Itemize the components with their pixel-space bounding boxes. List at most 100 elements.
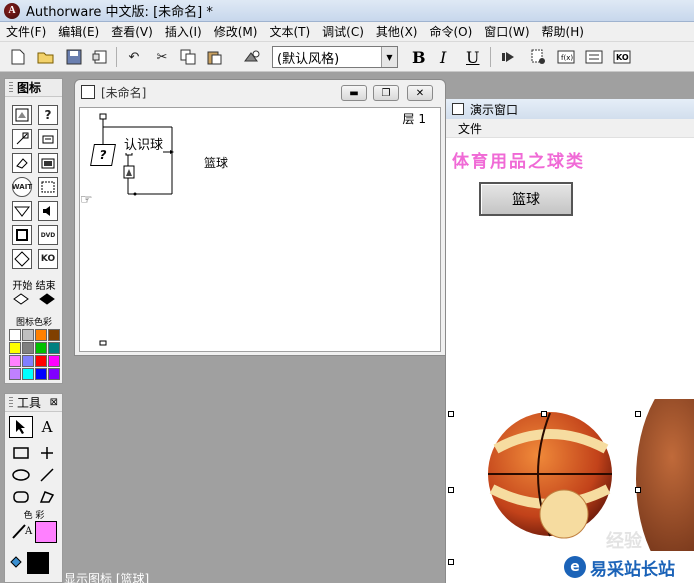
erase-icon[interactable]: [12, 153, 32, 173]
calculation-icon[interactable]: [38, 129, 58, 149]
selection-handle[interactable]: [448, 487, 454, 493]
restart-icon[interactable]: [498, 47, 518, 67]
selection-handle[interactable]: [541, 411, 547, 417]
icon-palette-title: 图标: [17, 81, 42, 95]
save-all-icon[interactable]: [64, 47, 84, 67]
svg-text:f(x): f(x): [561, 54, 573, 62]
color-swatch[interactable]: [9, 342, 21, 354]
presentation-title: 演示窗口: [470, 102, 519, 117]
knowledge-object-icon[interactable]: KO: [612, 47, 632, 67]
menu-window[interactable]: 窗口(W): [478, 23, 535, 40]
underline-button[interactable]: U: [466, 48, 479, 67]
digital-movie-icon[interactable]: [38, 177, 58, 197]
paste-icon[interactable]: [204, 47, 224, 67]
fill-bucket-icon[interactable]: [9, 554, 23, 575]
interaction-icon[interactable]: ?: [38, 105, 58, 125]
menu-debug[interactable]: 调试(C): [316, 23, 370, 40]
framework-icon[interactable]: [12, 225, 32, 245]
selection-handle[interactable]: [635, 411, 641, 417]
sound-icon[interactable]: [38, 201, 58, 221]
color-label: 色 彩: [23, 511, 45, 521]
color-swatch[interactable]: [22, 368, 34, 380]
decision-icon[interactable]: [12, 249, 32, 269]
dvd-icon[interactable]: DVD: [38, 225, 58, 245]
orthogonal-line-tool-icon[interactable]: [35, 442, 59, 464]
cut-icon[interactable]: ✂: [152, 47, 172, 67]
rectangle-tool-icon[interactable]: [9, 442, 33, 464]
minimize-button[interactable]: ▬: [341, 85, 367, 101]
selection-handle[interactable]: [635, 487, 641, 493]
color-swatch[interactable]: [22, 342, 34, 354]
rounded-rectangle-tool-icon[interactable]: [9, 486, 33, 508]
chevron-down-icon[interactable]: ▼: [381, 47, 397, 67]
grip-icon[interactable]: [9, 396, 13, 409]
text-style-select[interactable]: (默认风格) ▼: [272, 46, 398, 68]
text-tool-icon[interactable]: A: [35, 416, 59, 438]
interaction-node-label[interactable]: 认识球: [124, 134, 164, 153]
new-icon[interactable]: [8, 47, 28, 67]
fill-color-swatch[interactable]: [35, 521, 57, 543]
motion-icon[interactable]: [12, 129, 32, 149]
flowline-canvas[interactable]: 层 1 ? 认识球 篮球 ☞: [79, 107, 441, 352]
end-flag-icon[interactable]: [39, 293, 55, 308]
control-panel-icon[interactable]: [528, 47, 548, 67]
undo-icon[interactable]: ↶: [124, 47, 144, 67]
menu-edit[interactable]: 编辑(E): [52, 23, 105, 40]
menu-view[interactable]: 查看(V): [105, 23, 159, 40]
import-icon[interactable]: [90, 47, 110, 67]
start-end-labels: 开始 结束: [7, 277, 61, 292]
basketball-button[interactable]: 篮球: [479, 182, 573, 216]
menu-modify[interactable]: 修改(M): [208, 23, 264, 40]
start-flag-icon[interactable]: [13, 293, 29, 308]
color-swatch[interactable]: [48, 342, 60, 354]
bold-button[interactable]: B: [412, 48, 426, 67]
polygon-tool-icon[interactable]: [35, 486, 59, 508]
color-swatch[interactable]: [22, 329, 34, 341]
restore-button[interactable]: ❐: [373, 85, 399, 101]
color-swatch[interactable]: [9, 329, 21, 341]
close-icon[interactable]: ⊠: [50, 397, 58, 408]
selection-handle[interactable]: [448, 559, 454, 565]
menu-text[interactable]: 文本(T): [263, 23, 316, 40]
interaction-node-icon[interactable]: ?: [90, 144, 116, 166]
color-swatch[interactable]: [48, 355, 60, 367]
color-swatch[interactable]: [35, 355, 47, 367]
menu-other[interactable]: 其他(X): [370, 23, 424, 40]
functions-icon[interactable]: f(x): [556, 47, 576, 67]
color-swatch[interactable]: [35, 329, 47, 341]
color-swatch[interactable]: [9, 355, 21, 367]
grip-icon[interactable]: [9, 81, 13, 94]
open-icon[interactable]: [36, 47, 56, 67]
icon-palette: 图标 ? WAIT DVD KO 开始 结束 图标色彩: [4, 78, 63, 384]
color-swatch[interactable]: [48, 368, 60, 380]
color-swatch[interactable]: [35, 342, 47, 354]
ellipse-tool-icon[interactable]: [9, 464, 33, 486]
find-icon[interactable]: [242, 47, 262, 67]
map-icon[interactable]: [38, 153, 58, 173]
close-button[interactable]: ✕: [407, 85, 433, 101]
menu-file[interactable]: 文件(F): [0, 23, 52, 40]
italic-button[interactable]: I: [440, 48, 446, 67]
color-swatch[interactable]: [48, 329, 60, 341]
display-icon[interactable]: [12, 105, 32, 125]
pointer-tool-icon[interactable]: [9, 416, 33, 438]
presentation-menu-file[interactable]: 文件: [458, 120, 482, 137]
wait-icon[interactable]: WAIT: [12, 177, 32, 197]
knowledge-object-palette-icon[interactable]: KO: [38, 249, 58, 269]
copy-icon[interactable]: [178, 47, 198, 67]
response-node-label[interactable]: 篮球: [204, 154, 228, 171]
diagonal-line-tool-icon[interactable]: [35, 464, 59, 486]
menu-help[interactable]: 帮助(H): [536, 23, 590, 40]
menu-commands[interactable]: 命令(O): [423, 23, 478, 40]
line-color-swatch[interactable]: [27, 552, 49, 574]
icon-palette-header: 图标: [5, 79, 62, 97]
menu-insert[interactable]: 插入(I): [159, 23, 208, 40]
color-swatch[interactable]: [9, 368, 21, 380]
color-swatch[interactable]: [35, 368, 47, 380]
flowline-titlebar: [未命名] ▬ ❐ ✕: [75, 80, 445, 104]
selection-handle[interactable]: [448, 411, 454, 417]
variables-icon[interactable]: [584, 47, 604, 67]
color-swatch[interactable]: [22, 355, 34, 367]
navigate-icon[interactable]: [12, 201, 32, 221]
text-style-value: (默认风格): [277, 51, 340, 67]
